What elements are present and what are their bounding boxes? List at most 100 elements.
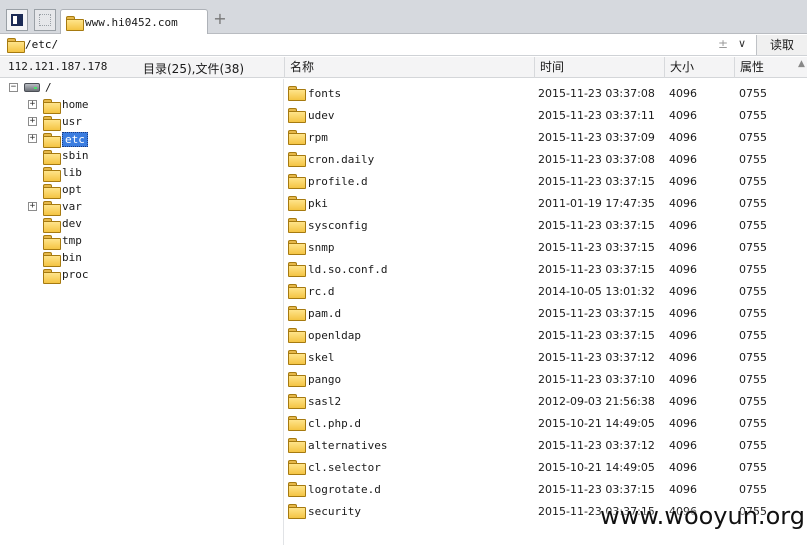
file-time: 2015-11-23 03:37:11: [538, 109, 655, 122]
path-input[interactable]: [25, 36, 755, 53]
file-row[interactable]: cl.selector 2015-10-21 14:49:05 4096 0755: [284, 455, 807, 477]
folder-icon: [43, 201, 61, 216]
file-name: cron.daily: [308, 153, 375, 166]
expand-icon[interactable]: +: [28, 100, 37, 109]
tree-node-label: opt: [62, 183, 82, 196]
file-row[interactable]: udev 2015-11-23 03:37:11 4096 0755: [284, 103, 807, 125]
folder-icon: [43, 167, 61, 182]
file-attr: 0755: [739, 329, 767, 342]
file-row[interactable]: sysconfig 2015-11-23 03:37:15 4096 0755: [284, 213, 807, 235]
file-row[interactable]: profile.d 2015-11-23 03:37:15 4096 0755: [284, 169, 807, 191]
file-size: 4096: [669, 285, 697, 298]
tree-node[interactable]: + etc: [0, 131, 140, 148]
file-row[interactable]: rc.d 2014-10-05 13:01:32 4096 0755: [284, 279, 807, 301]
tree-node[interactable]: + var: [0, 199, 140, 216]
file-size: 4096: [669, 131, 697, 144]
file-row[interactable]: pango 2015-11-23 03:37:10 4096 0755: [284, 367, 807, 389]
sort-icon[interactable]: ±: [718, 37, 728, 51]
tree-node-label: proc: [62, 268, 89, 281]
file-row[interactable]: pam.d 2015-11-23 03:37:15 4096 0755: [284, 301, 807, 323]
watermark: www.wooyun.org: [600, 502, 805, 530]
column-header-time[interactable]: 时间: [534, 57, 664, 78]
list-header: 112.121.187.178 目录(25),文件(38) 名称 时间 大小 属…: [0, 57, 807, 78]
folder-icon: [288, 350, 306, 365]
file-row[interactable]: sasl2 2012-09-03 21:56:38 4096 0755: [284, 389, 807, 411]
tree-node-label: etc: [62, 132, 88, 147]
folder-icon: [288, 482, 306, 497]
file-attr: 0755: [739, 417, 767, 430]
tree-node[interactable]: bin: [0, 250, 140, 267]
folder-icon: [288, 372, 306, 387]
tab-label: www.hi0452.com: [85, 16, 178, 29]
file-row[interactable]: rpm 2015-11-23 03:37:09 4096 0755: [284, 125, 807, 147]
file-size: 4096: [669, 307, 697, 320]
folder-icon: [288, 152, 306, 167]
folder-icon: [43, 218, 61, 233]
file-name: sysconfig: [308, 219, 368, 232]
tab-site[interactable]: www.hi0452.com: [60, 9, 208, 34]
file-attr: 0755: [739, 109, 767, 122]
file-row[interactable]: cl.php.d 2015-10-21 14:49:05 4096 0755: [284, 411, 807, 433]
file-size: 4096: [669, 153, 697, 166]
file-row[interactable]: snmp 2015-11-23 03:37:15 4096 0755: [284, 235, 807, 257]
folder-icon: [43, 133, 61, 148]
collapse-icon[interactable]: −: [9, 83, 18, 92]
folder-icon: [66, 16, 84, 31]
file-name: alternatives: [308, 439, 388, 452]
folder-icon: [43, 269, 61, 284]
file-time: 2015-11-23 03:37:15: [538, 307, 655, 320]
tree-node-root[interactable]: − /: [0, 80, 120, 97]
tree-node[interactable]: proc: [0, 267, 140, 284]
file-row[interactable]: alternatives 2015-11-23 03:37:12 4096 0755: [284, 433, 807, 455]
file-size: 4096: [669, 87, 697, 100]
file-name: openldap: [308, 329, 361, 342]
tree-node-label: usr: [62, 115, 82, 128]
folder-icon: [288, 218, 306, 233]
file-row[interactable]: ld.so.conf.d 2015-11-23 03:37:15 4096 0755: [284, 257, 807, 279]
file-row[interactable]: logrotate.d 2015-11-23 03:37:15 4096 0755: [284, 477, 807, 499]
folder-icon: [288, 306, 306, 321]
new-tab-button[interactable]: +: [213, 11, 227, 27]
file-size: 4096: [669, 109, 697, 122]
scroll-up-arrow[interactable]: ▲: [798, 59, 807, 75]
tree-node[interactable]: tmp: [0, 233, 140, 250]
file-size: 4096: [669, 483, 697, 496]
file-attr: 0755: [739, 87, 767, 100]
file-time: 2015-11-23 03:37:08: [538, 153, 655, 166]
path-dropdown-button[interactable]: ∨: [734, 37, 750, 53]
folder-icon: [288, 438, 306, 453]
folder-icon: [288, 504, 306, 519]
column-header-size[interactable]: 大小: [664, 57, 734, 78]
server-ip: 112.121.187.178: [8, 60, 108, 73]
tree-node[interactable]: sbin: [0, 148, 140, 165]
tree-node[interactable]: + usr: [0, 114, 140, 131]
expand-icon[interactable]: +: [28, 134, 37, 143]
file-row[interactable]: pki 2011-01-19 17:47:35 4096 0755: [284, 191, 807, 213]
file-name: logrotate.d: [308, 483, 381, 496]
column-header-attr[interactable]: 属性: [734, 57, 798, 78]
file-attr: 0755: [739, 175, 767, 188]
file-row[interactable]: fonts 2015-11-23 03:37:08 4096 0755: [284, 81, 807, 103]
tree-node[interactable]: opt: [0, 182, 140, 199]
file-row[interactable]: skel 2015-11-23 03:37:12 4096 0755: [284, 345, 807, 367]
file-time: 2014-10-05 13:01:32: [538, 285, 655, 298]
file-attr: 0755: [739, 439, 767, 452]
tree-node-label: var: [62, 200, 82, 213]
tree-node-label: bin: [62, 251, 82, 264]
expand-icon[interactable]: +: [28, 202, 37, 211]
column-header-name[interactable]: 名称: [284, 57, 534, 78]
read-button[interactable]: 读取: [756, 35, 807, 55]
file-row[interactable]: openldap 2015-11-23 03:37:15 4096 0755: [284, 323, 807, 345]
file-size: 4096: [669, 417, 697, 430]
tree-node[interactable]: + home: [0, 97, 140, 114]
file-time: 2015-11-23 03:37:12: [538, 439, 655, 452]
tree-node[interactable]: dev: [0, 216, 140, 233]
file-row[interactable]: cron.daily 2015-11-23 03:37:08 4096 0755: [284, 147, 807, 169]
expand-icon[interactable]: +: [28, 117, 37, 126]
tree-node[interactable]: lib: [0, 165, 140, 182]
grid-view-button[interactable]: [34, 9, 56, 31]
panel-toggle-button[interactable]: [6, 9, 28, 31]
file-time: 2015-11-23 03:37:12: [538, 351, 655, 364]
file-name: pango: [308, 373, 342, 386]
tree-node-label: sbin: [62, 149, 89, 162]
